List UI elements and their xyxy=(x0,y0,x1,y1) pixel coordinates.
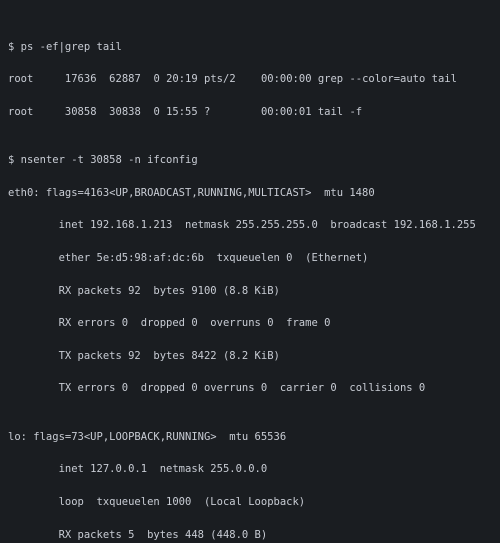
ps-cmd: tail -f xyxy=(318,106,362,118)
terminal-output[interactable]: $ ps -ef|grep tail root 17636 62887 0 20… xyxy=(0,0,500,543)
iface-detail: RX errors 0 dropped 0 overruns 0 frame 0 xyxy=(8,315,492,331)
ps-cmd: grep --color=auto tail xyxy=(318,73,457,85)
iface-detail: TX packets 92 bytes 8422 (8.2 KiB) xyxy=(8,348,492,364)
iface-header: lo: flags=73<UP,LOOPBACK,RUNNING> mtu 65… xyxy=(8,429,492,445)
ps-time: 00:00:01 xyxy=(261,106,312,118)
iface-inet: inet 192.168.1.213 netmask 255.255.255.0… xyxy=(59,219,476,231)
ps-time: 00:00:00 xyxy=(261,73,312,85)
command-text: nsenter -t 30858 -n ifconfig xyxy=(21,154,198,166)
ps-tty: pts/2 xyxy=(204,73,236,85)
iface-loop: loop txqueuelen 1000 (Local Loopback) xyxy=(59,496,306,508)
iface-tx-errors: TX errors 0 dropped 0 overruns 0 carrier… xyxy=(59,382,426,394)
ps-stime: 20:19 xyxy=(166,73,198,85)
ps-ppid: 30838 xyxy=(109,106,141,118)
iface-header: eth0: flags=4163<UP,BROADCAST,RUNNING,MU… xyxy=(8,185,492,201)
ps-user: root xyxy=(8,106,33,118)
prompt-line-1: $ ps -ef|grep tail xyxy=(8,39,492,55)
iface-detail: inet 127.0.0.1 netmask 255.0.0.0 xyxy=(8,461,492,477)
iface-tx-packets: TX packets 92 bytes 8422 (8.2 KiB) xyxy=(59,350,280,362)
ps-ppid: 62887 xyxy=(109,73,141,85)
command-text: ps -ef|grep tail xyxy=(21,41,122,53)
iface-detail: inet 192.168.1.213 netmask 255.255.255.0… xyxy=(8,217,492,233)
iface-rx-errors: RX errors 0 dropped 0 overruns 0 frame 0 xyxy=(59,317,331,329)
iface-ether: ether 5e:d5:98:af:dc:6b txqueuelen 0 (Et… xyxy=(59,252,369,264)
ps-tty: ? xyxy=(204,106,210,118)
iface-detail: ether 5e:d5:98:af:dc:6b txqueuelen 0 (Et… xyxy=(8,250,492,266)
ps-row: root 30858 30838 0 15:55 ? 00:00:01 tail… xyxy=(8,104,492,120)
ps-user: root xyxy=(8,73,33,85)
prompt-symbol: $ xyxy=(8,41,14,53)
iface-detail: RX packets 5 bytes 448 (448.0 B) xyxy=(8,527,492,543)
iface-inet: inet 127.0.0.1 netmask 255.0.0.0 xyxy=(59,463,268,475)
iface-rx-packets: RX packets 5 bytes 448 (448.0 B) xyxy=(59,529,268,541)
ps-c: 0 xyxy=(153,73,159,85)
iface-detail: TX errors 0 dropped 0 overruns 0 carrier… xyxy=(8,380,492,396)
iface-detail: RX packets 92 bytes 9100 (8.8 KiB) xyxy=(8,283,492,299)
iface-rx-packets: RX packets 92 bytes 9100 (8.8 KiB) xyxy=(59,285,280,297)
ps-row: root 17636 62887 0 20:19 pts/2 00:00:00 … xyxy=(8,71,492,87)
ps-stime: 15:55 xyxy=(166,106,198,118)
ps-c: 0 xyxy=(153,106,159,118)
ps-pid: 17636 xyxy=(65,73,97,85)
prompt-line-2: $ nsenter -t 30858 -n ifconfig xyxy=(8,152,492,168)
iface-detail: loop txqueuelen 1000 (Local Loopback) xyxy=(8,494,492,510)
ps-pid: 30858 xyxy=(65,106,97,118)
prompt-symbol: $ xyxy=(8,154,14,166)
